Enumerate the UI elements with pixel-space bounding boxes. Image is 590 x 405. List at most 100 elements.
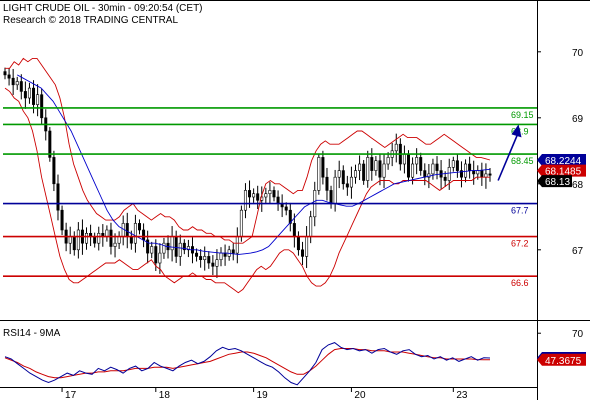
candle-body: [431, 163, 435, 175]
candle-body: [378, 160, 382, 178]
rsi-layer: [4, 342, 491, 386]
candle-body: [252, 193, 256, 198]
candle-body: [472, 170, 476, 175]
candle-body: [476, 170, 480, 175]
candle-body: [117, 236, 121, 244]
level-label-68.45: 68.45: [511, 156, 534, 166]
candle-body: [142, 229, 146, 241]
candle-body: [484, 173, 488, 178]
candle-body: [329, 190, 333, 204]
candle-body: [3, 71, 7, 76]
candle-body: [264, 193, 268, 198]
candle-body: [386, 157, 390, 165]
rsi-line: [4, 342, 491, 386]
candle-body: [27, 87, 31, 99]
candle-body: [451, 160, 455, 168]
candle-body: [133, 223, 137, 244]
chart-title: LIGHT CRUDE OIL - 30min - 09:20:54 (CET): [3, 3, 203, 14]
candle-body: [480, 170, 484, 178]
candle-body: [382, 163, 386, 178]
candle-body: [19, 81, 23, 92]
candle-body: [248, 190, 252, 198]
candle-body: [464, 163, 468, 178]
rsi-tick-label: 70: [572, 329, 584, 340]
candle-body: [7, 74, 11, 79]
candle-body: [56, 183, 60, 211]
candle-body: [272, 190, 276, 198]
candle-body: [15, 81, 19, 86]
price-tick-label: 67: [572, 246, 584, 257]
candle-body: [154, 246, 158, 264]
candle-body: [374, 160, 378, 171]
candle-body: [76, 229, 80, 251]
candle-body: [354, 170, 358, 178]
candle-body: [296, 236, 300, 251]
candle-body: [72, 236, 76, 251]
candle-body: [406, 153, 410, 178]
candle-body: [443, 176, 447, 181]
candle-body: [97, 233, 101, 244]
indicator-lines-layer: [4, 57, 491, 294]
axes-layer: [0, 0, 590, 400]
time-tick-label: 20: [354, 390, 366, 400]
candle-body: [137, 223, 141, 231]
time-tick-label: 23: [456, 390, 468, 400]
level-label-66.6: 66.6: [511, 278, 529, 288]
candle-body: [468, 163, 472, 171]
candle-body: [36, 94, 40, 105]
moving-average-line: [16, 74, 491, 255]
candle-body: [85, 233, 89, 244]
candle-body: [337, 170, 341, 178]
candle-body: [52, 157, 56, 185]
candle-body: [223, 252, 227, 257]
rsi-badge-red-text: 47.3675: [545, 356, 582, 367]
candle-body: [211, 262, 215, 267]
candle-body: [170, 236, 174, 251]
candle-body: [207, 256, 211, 264]
candle-body: [305, 236, 309, 257]
time-tick-label: 17: [65, 390, 77, 400]
candle-body: [301, 249, 305, 257]
crude-oil-chart-svg: 69.1568.968.4567.767.266.6 7069686717181…: [0, 0, 590, 401]
candle-body: [129, 236, 133, 244]
candle-body: [366, 157, 370, 181]
candle-body: [349, 176, 353, 188]
level-label-67.2: 67.2: [511, 239, 529, 249]
chart-area: 69.1568.968.4567.767.266.6 7069686717181…: [0, 0, 590, 401]
candle-body: [219, 252, 223, 261]
candle-body: [435, 163, 439, 171]
price-tick-label: 70: [572, 48, 584, 59]
candle-body: [105, 229, 109, 237]
candle-body: [178, 242, 182, 257]
candle-body: [276, 196, 280, 204]
candle-body: [362, 163, 366, 181]
candle-body: [68, 236, 72, 244]
candle-body: [109, 229, 113, 247]
candle-body: [292, 223, 296, 237]
candle-body: [239, 209, 243, 237]
candle-body: [370, 157, 374, 171]
candle-body: [419, 157, 423, 171]
candle-body: [215, 259, 219, 267]
candle-body: [488, 173, 492, 176]
candle-body: [174, 236, 178, 257]
level-label-69.15: 69.15: [511, 110, 534, 120]
candle-body: [333, 176, 337, 204]
candle-body: [125, 223, 129, 237]
candle-body: [23, 91, 27, 99]
candle-body: [321, 157, 325, 178]
candle-body: [195, 252, 199, 257]
candle-body: [423, 170, 427, 178]
time-tick-label: 19: [257, 390, 269, 400]
candle-body: [162, 242, 166, 254]
candle-body: [317, 157, 321, 191]
candle-body: [394, 143, 398, 152]
bollinger-upper-line: [5, 57, 491, 244]
candle-body: [40, 94, 44, 119]
candle-body: [203, 256, 207, 260]
candle-body: [231, 249, 235, 254]
price-tick-label: 69: [572, 114, 584, 125]
candle-body: [415, 157, 419, 165]
bollinger-lower-line: [4, 87, 490, 294]
candle-body: [32, 87, 36, 105]
